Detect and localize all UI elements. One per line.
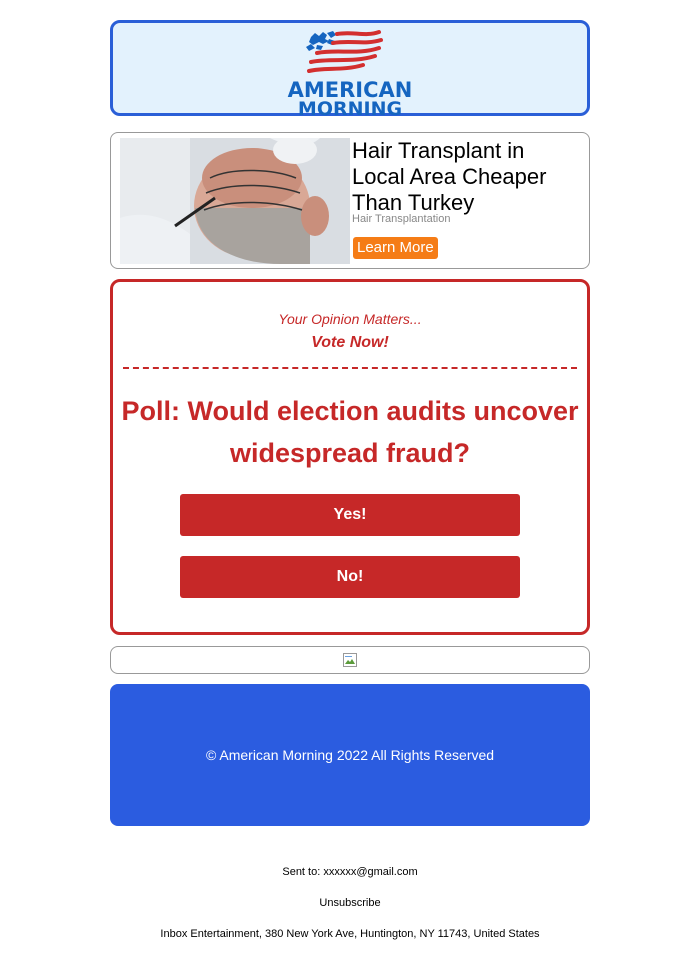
vote-no-button[interactable]: No!: [180, 556, 520, 598]
postal-address: Inbox Entertainment, 380 New York Ave, H…: [160, 928, 540, 940]
vote-now-label: Vote Now!: [311, 334, 389, 351]
poll-tagline: Your Opinion Matters...: [278, 311, 422, 327]
copyright-text: © American Morning 2022 All Rights Reser…: [205, 747, 495, 763]
footer-banner: © American Morning 2022 All Rights Reser…: [110, 684, 590, 826]
american-morning-logo[interactable]: AMERICAN MORNING: [285, 29, 415, 119]
vote-yes-button[interactable]: Yes!: [180, 494, 520, 536]
ad-sponsor: Hair Transplantation: [352, 213, 451, 225]
broken-image-icon: [343, 653, 357, 667]
sent-to-text: Sent to: xxxxxx@gmail.com: [282, 866, 418, 878]
ad-headline[interactable]: Hair Transplant in Local Area Cheaper Th…: [352, 138, 582, 216]
header-banner: AMERICAN MORNING: [110, 20, 590, 119]
ad-image[interactable]: [120, 138, 350, 264]
poll-question: Poll: Would election audits uncover wide…: [121, 396, 579, 468]
dashed-divider: [123, 367, 577, 369]
learn-more-button[interactable]: Learn More: [353, 237, 438, 259]
poll-card: Your Opinion Matters... Vote Now! Poll: …: [110, 279, 590, 635]
flag-logo-icon: [306, 30, 383, 73]
logo-text-morning: MORNING: [297, 98, 403, 120]
sponsored-ad[interactable]: Hair Transplant in Local Area Cheaper Th…: [110, 132, 590, 269]
unsubscribe-link[interactable]: Unsubscribe: [0, 897, 700, 909]
image-banner[interactable]: [110, 646, 590, 674]
